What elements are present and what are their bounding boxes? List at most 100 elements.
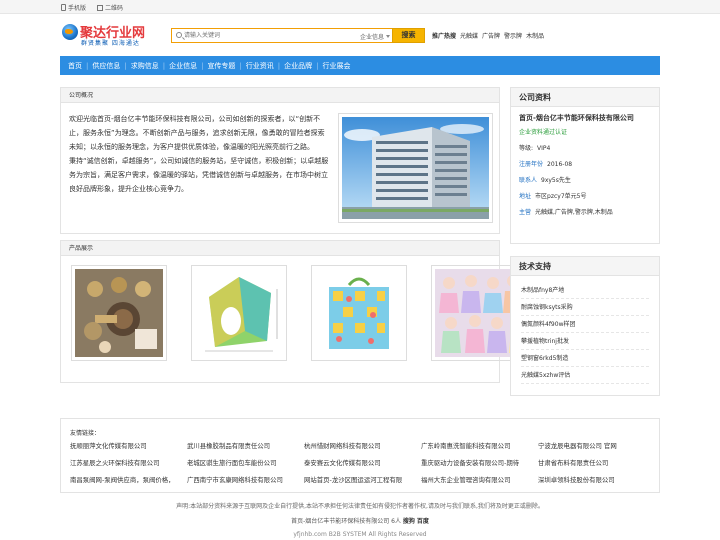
hot-search-label: 推广热搜 [432,33,457,40]
overview-paragraph: 欢迎光临首页-烟台亿丰节能环保科技有限公司，公司如创新的探索者，以“创新不止，服… [69,115,325,151]
nav-home[interactable]: 首页 [64,61,86,71]
friend-link[interactable]: 抚顺丽萍文化传媒有限公司 [70,439,187,454]
tent-photo [195,269,283,357]
hot-search-item[interactable]: 木制品 [526,31,544,40]
nav-brand[interactable]: 企业品牌 [280,61,316,71]
nav-news[interactable]: 行业资讯 [242,61,278,71]
building-photo [342,117,489,219]
friend-link[interactable]: 武川县橡胶制品有限责任公司 [187,439,304,454]
tech-support-link[interactable]: 光触媒5xzhw评估 [521,367,649,384]
field-label: 等级: [519,145,534,152]
phone-icon [61,4,66,11]
field-value: 光触媒,广告牌,警示牌,木制品 [535,209,613,216]
field-label: 地址 [519,193,532,200]
tech-support-link[interactable]: 木制品fny8产地 [521,282,649,299]
field-value: VIP4 [537,145,551,152]
tech-support-link[interactable]: 塑钢窗6rkd5制造 [521,350,649,367]
field-label: 联系人 [519,177,538,184]
hot-search-item[interactable]: 警示牌 [504,31,522,40]
nav-company[interactable]: 企业信息 [165,61,201,71]
mobile-version-link[interactable]: 手机版 [61,3,86,12]
field-label: 主营 [519,209,532,216]
company-overview-title: 公司概况 [61,88,499,103]
search-category-label: 企业信息 [359,34,384,41]
tech-support-panel: 技术支持 木制品fny8产地 耐腐蚀钢ksyts采购 偶氮颜料4f90w样团 攀… [510,256,660,396]
tech-support-title: 技术支持 [511,257,659,276]
site-logo[interactable]: 聚达行业网 群贤集聚 四海通达 [62,22,162,50]
tech-support-link[interactable]: 攀援植物trinj批发 [521,333,649,350]
field-value: 9xy5s先生 [541,177,571,184]
nav-expo[interactable]: 行业展会 [319,61,355,71]
storage-bag-photo [315,269,403,357]
friend-links-title: 友情链接： [70,430,101,437]
footer-copyright: yfjnhb.com B2B SYSTEM All Rights Reserve… [293,531,427,538]
friend-link[interactable]: 广西南宁市玄康网络科技有限公司 [187,473,304,488]
search-input[interactable] [184,30,344,41]
company-address-row: 地址 市区pzcy7单元5号 [511,189,659,205]
friend-link[interactable]: 老城区骐生旅行面包车能份公司 [187,456,304,471]
field-value: 2016-08 [547,161,573,168]
footer-company-name: 首页-烟台亿丰节能环保科技有限公司 6人 [291,518,401,525]
company-overview-panel: 公司概况 欢迎光临首页-烟台亿丰节能环保科技有限公司，公司如创新的探索者，以“创… [60,87,500,234]
search-icon [176,32,182,38]
friend-link[interactable]: 杭州惜财网络科技有限公司 [304,439,421,454]
company-info-title: 公司资料 [511,88,659,107]
door-lock-photo [75,269,163,357]
nav-purchase[interactable]: 求购信息 [127,61,163,71]
qrcode-link[interactable]: 二维码 [97,3,123,12]
top-bar: 手机版 二维码 [0,0,720,14]
main-nav: 首页 | 供应信息 | 求购信息 | 企业信息 | 宣传专题 | 行业资讯 | 企业品牌 | … [60,56,660,75]
tech-support-list: 木制品fny8产地 耐腐蚀钢ksyts采购 偶氮颜料4f90w样团 攀援植物tr… [511,276,659,384]
friend-link[interactable]: 江苏星辰之火环保科技有限公司 [70,456,187,471]
field-value: 市区pzcy7单元5号 [535,193,587,200]
friend-link[interactable]: 重庆驱动力设备安装有限公司-期待 [421,456,538,471]
footer-company-line: 首页-烟台亿丰节能环保科技有限公司 6人 搜狗 百度 [0,516,720,525]
company-overview-text: 欢迎光临首页-烟台亿丰节能环保科技有限公司，公司如创新的探索者，以“创新不止，服… [69,112,331,196]
company-building-image[interactable] [338,113,493,223]
search-button[interactable]: 搜索 [392,28,425,43]
hot-search: 推广热搜 光触媒 广告牌 警示牌 木制品 [432,31,544,40]
footer-disclaimer: 声明:本站部分资料来源于互联网及企业自行提供,本站不承担任何法律责任如有侵犯作者… [176,503,544,510]
mobile-version-label: 手机版 [68,5,87,12]
qrcode-label: 二维码 [105,5,124,12]
tech-support-link[interactable]: 偶氮颜料4f90w样团 [521,316,649,333]
search-box: 企业信息 [171,28,395,43]
qrcode-icon [97,4,103,11]
products-title: 产品展示 [61,241,499,256]
nav-promotion[interactable]: 宣传专题 [203,61,239,71]
friend-links-grid: 抚顺丽萍文化传媒有限公司 武川县橡胶制品有限责任公司 杭州惜财网络科技有限公司 … [70,439,655,488]
overview-paragraph: 秉持“诚信创新，卓越服务”，公司如诚信的服务站，坚守诚信，积极创新；以卓越服务为… [69,157,329,193]
company-contact-row: 联系人 9xy5s先生 [511,173,659,189]
company-year-row: 注册年份 2016-08 [511,157,659,173]
product-list [71,265,527,361]
friend-link[interactable]: 广东岭南惠洗智能科技有限公司 [421,439,538,454]
field-label: 注册年份 [519,161,544,168]
footer-link-sogou[interactable]: 搜狗 [403,518,415,525]
hot-search-item[interactable]: 光触媒 [460,31,478,40]
friend-link[interactable]: 深圳卓领科技股份有限公司 [538,473,655,488]
product-image-storage-bag[interactable] [311,265,407,361]
logo-slogan: 群贤集聚 四海通达 [81,40,140,47]
friend-link[interactable]: 南昌泵阀网-泵阀供应商，泵阀价格， [70,473,187,488]
certification-badge: 企业资料通过认证 [519,129,568,136]
products-panel: 产品展示 [60,240,527,383]
product-image-tent[interactable] [191,265,287,361]
company-name[interactable]: 首页-烟台亿丰节能环保科技有限公司 [511,107,659,125]
tech-support-link[interactable]: 耐腐蚀钢ksyts采购 [521,299,649,316]
company-business-row: 主营 光触媒,广告牌,警示牌,木制品 [511,205,659,221]
footer-link-baidu[interactable]: 百度 [417,518,429,525]
search-category-select[interactable]: 企业信息 [360,32,390,41]
friend-link[interactable]: 福州大东企业管理咨询有限公司 [421,473,538,488]
friend-link[interactable]: 宁波龙辰电器有限公司 官网 [538,439,655,454]
globe-icon [62,24,78,40]
company-level-row: 等级: VIP4 [511,141,659,157]
friend-link[interactable]: 网站首页-龙沙区图运运河工程有限 [304,473,421,488]
company-info-panel: 公司资料 首页-烟台亿丰节能环保科技有限公司 企业资料通过认证 等级: VIP4 … [510,87,660,244]
hot-search-item[interactable]: 广告牌 [482,31,500,40]
friend-link[interactable]: 甘肃省布料有限责任公司 [538,456,655,471]
nav-supply[interactable]: 供应信息 [88,61,124,71]
chevron-down-icon [386,35,390,38]
friend-link[interactable]: 泰安赛云文化传媒有限公司 [304,456,421,471]
friend-links-panel: 友情链接： 抚顺丽萍文化传媒有限公司 武川县橡胶制品有限责任公司 杭州惜财网络科… [60,418,660,493]
product-image-door-lock[interactable] [71,265,167,361]
